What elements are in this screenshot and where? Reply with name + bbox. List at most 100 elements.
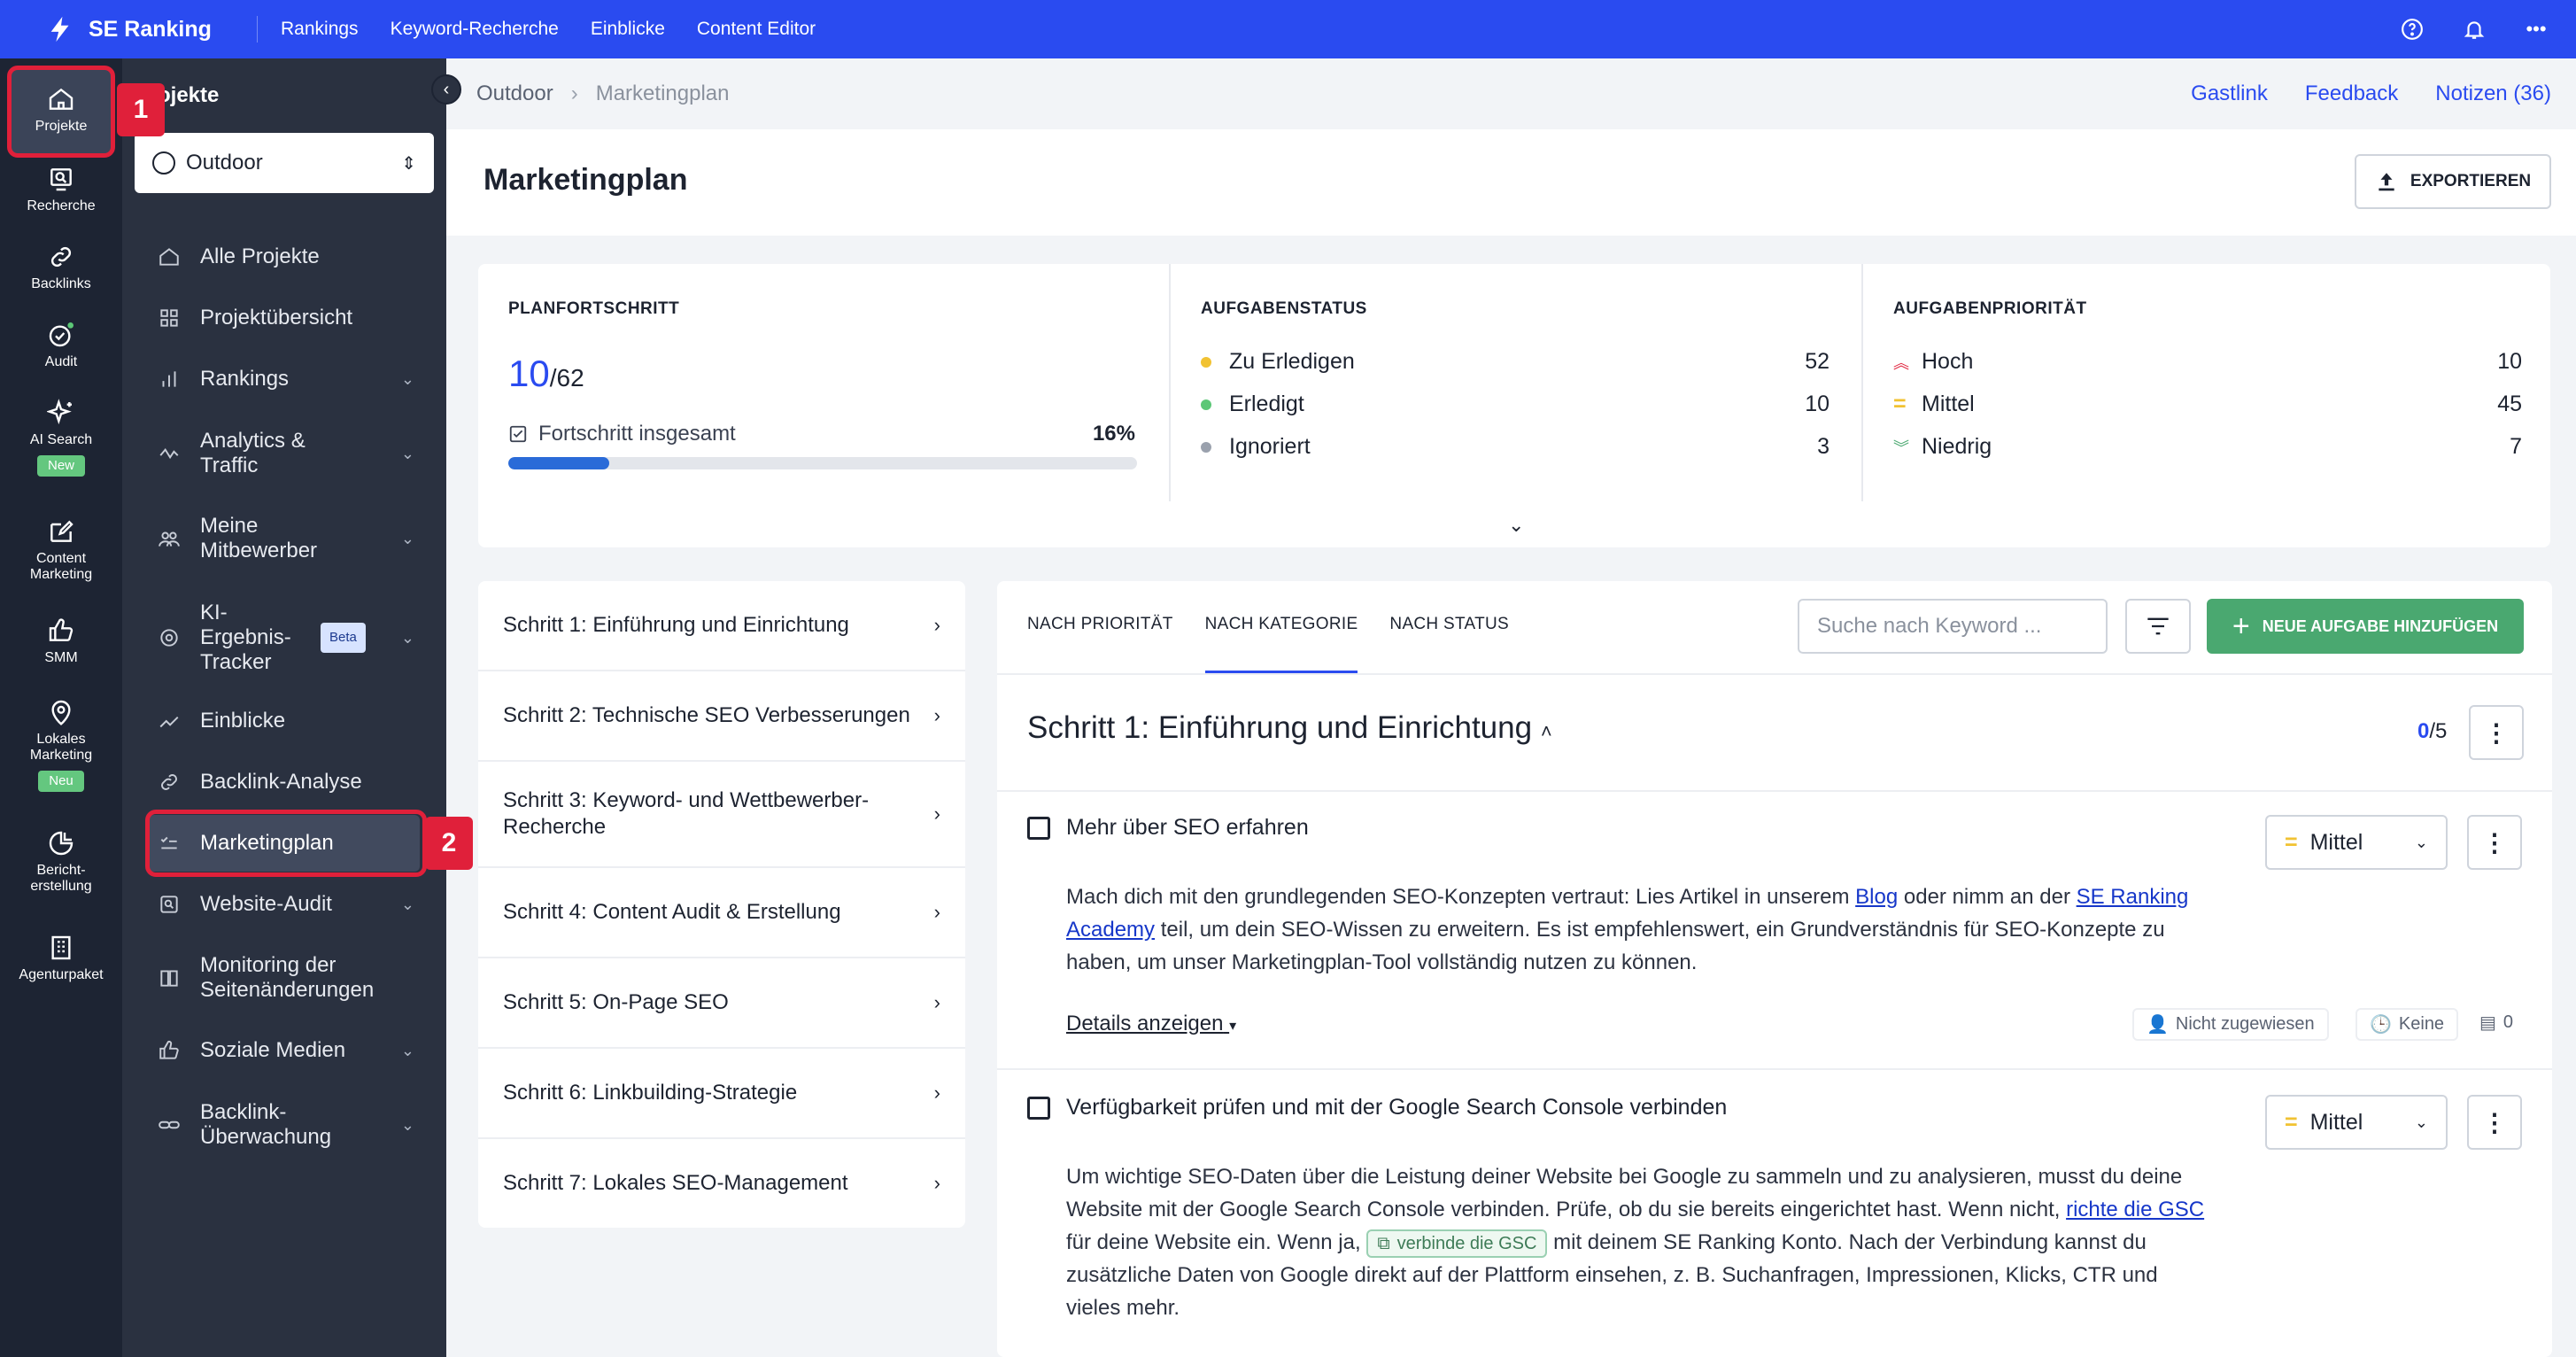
step-item[interactable]: Schritt 3: Keyword- und Wettbewerber-Rec… [478, 762, 965, 868]
thumbs-up-icon [49, 618, 73, 641]
priority-value: 7 [2510, 434, 2522, 459]
tab-by-category[interactable]: NACH KATEGORIE [1204, 581, 1358, 673]
sidebar-item-insights[interactable]: Einblicke [158, 709, 414, 733]
audit-icon [49, 322, 73, 347]
status-label: Erledigt [1229, 392, 1304, 416]
top-nav-content-editor[interactable]: Content Editor [697, 19, 816, 40]
tab-by-status[interactable]: NACH STATUS [1389, 581, 1509, 673]
step-label: Schritt 5: On-Page SEO [503, 990, 729, 1014]
assignee-chip[interactable]: 👤 Nicht zugewiesen [2132, 1008, 2329, 1041]
sidebar-item-backlink-analysis[interactable]: Backlink-Analyse [158, 770, 414, 795]
step-item[interactable]: Schritt 7: Lokales SEO-Management › [478, 1139, 965, 1228]
task-checkbox[interactable] [1027, 1097, 1050, 1120]
sidebar-item-all-projects[interactable]: Alle Projekte [158, 244, 414, 269]
kebab-icon: ⋮ [2484, 718, 2509, 747]
double-chevron-down-icon: ︾ [1893, 438, 1909, 457]
section-title[interactable]: Schritt 1: Einführung und Einrichtung ˄ [1027, 710, 1552, 746]
details-toggle[interactable]: Details anzeigen ▾ [1066, 1012, 1236, 1036]
add-task-button[interactable]: + NEUE AUFGABE HINZUFÜGEN [2207, 599, 2524, 654]
task-title[interactable]: Verfügbarkeit prüfen und mit der Google … [1066, 1095, 1727, 1120]
sidebar-item-ai-tracker[interactable]: KI-Ergebnis-Tracker Beta ⌄ [158, 601, 414, 675]
step-item[interactable]: Schritt 4: Content Audit & Erstellung › [478, 868, 965, 958]
rail-item-content-marketing[interactable]: Content Marketing [0, 517, 122, 583]
brand-logo[interactable]: SE Ranking [0, 13, 257, 45]
section-title-text: Schritt 1: Einführung und Einrichtung [1027, 710, 1533, 745]
sidebar-item-analytics[interactable]: Analytics & Traffic ⌄ [158, 429, 414, 478]
sidebar-item-competitors[interactable]: Meine Mitbewerber ⌄ [158, 514, 414, 563]
rail-item-local-marketing[interactable]: Lokales Marketing Neu [0, 698, 122, 792]
sparkle-icon [47, 399, 72, 425]
chevron-up-icon: ˄ [1540, 720, 1552, 742]
header-links: Gastlink Feedback Notizen (36) [2191, 58, 2551, 129]
priority-row-medium: = Mittel 45 [1893, 392, 2522, 417]
top-nav-rankings[interactable]: Rankings [281, 19, 359, 40]
desc-text: Mach dich mit den grundlegenden SEO-Konz… [1066, 885, 1856, 909]
sidebar-item-page-monitoring[interactable]: Monitoring der Seitenänderungen [158, 953, 414, 1003]
export-button[interactable]: EXPORTIEREN [2355, 154, 2551, 209]
section-more-button[interactable]: ⋮ [2469, 705, 2524, 760]
step-item[interactable]: Schritt 5: On-Page SEO › [478, 958, 965, 1049]
due-date-chip[interactable]: 🕒 Keine [2356, 1008, 2459, 1041]
guest-link[interactable]: Gastlink [2191, 81, 2268, 106]
step-item[interactable]: Schritt 1: Einführung und Einrichtung › [478, 581, 965, 671]
trend-icon [159, 448, 179, 460]
assignee-label: Nicht zugewiesen [2175, 1014, 2315, 1034]
rail-item-agency[interactable]: Agenturpaket [0, 934, 122, 983]
notes-link[interactable]: Notizen (36) [2435, 81, 2551, 106]
feedback-link[interactable]: Feedback [2305, 81, 2398, 106]
filter-button[interactable] [2125, 599, 2191, 654]
globe-icon [152, 151, 175, 174]
priority-dropdown[interactable]: = Mittel ⌄ [2265, 815, 2448, 870]
connect-gsc-chip[interactable]: ⧉ verbinde die GSC [1366, 1229, 1548, 1258]
help-icon[interactable] [2399, 16, 2425, 43]
sidebar-item-overview[interactable]: Projektübersicht [158, 306, 414, 330]
rail-item-smm[interactable]: SMM [0, 616, 122, 666]
step-item[interactable]: Schritt 6: Linkbuilding-Strategie › [478, 1049, 965, 1139]
progress-label: Fortschritt insgesamt [538, 422, 736, 446]
breadcrumb-current: Marketingplan [595, 81, 730, 105]
priority-row-high: ︽ Hoch 10 [1893, 349, 2522, 375]
expand-stats-chevron-icon[interactable]: ⌄ [1508, 514, 1524, 537]
rail-item-backlinks[interactable]: Backlinks [0, 243, 122, 292]
sidebar-item-label: Alle Projekte [200, 244, 320, 268]
task-more-button[interactable]: ⋮ [2467, 815, 2522, 870]
tab-by-priority[interactable]: NACH PRIORITÄT [1027, 581, 1173, 673]
users-icon [159, 531, 180, 547]
priority-dropdown[interactable]: = Mittel ⌄ [2265, 1095, 2448, 1150]
bell-icon[interactable] [2461, 16, 2487, 43]
setup-gsc-link[interactable]: richte die GSC [2066, 1198, 2204, 1221]
task-more-button[interactable]: ⋮ [2467, 1095, 2522, 1150]
due-label: Keine [2398, 1014, 2445, 1034]
task-checkbox[interactable] [1027, 817, 1050, 840]
chevron-right-icon: › [933, 1082, 940, 1104]
rail-item-audit[interactable]: Audit [0, 321, 122, 370]
task-title[interactable]: Mehr über SEO erfahren [1066, 815, 1309, 841]
rail-label: Lokales Marketing [29, 732, 93, 763]
sidebar-item-label: Backlink-Überwachung [200, 1100, 332, 1149]
sidebar-item-rankings[interactable]: Rankings ⌄ [158, 367, 414, 392]
blog-link[interactable]: Blog [1855, 885, 1898, 909]
collapse-sidebar-button[interactable]: ‹ [431, 74, 461, 105]
rail-item-reporting[interactable]: Bericht-erstellung [0, 829, 122, 895]
external-link-icon: ⧉ [1377, 1234, 1390, 1253]
chevron-down-icon: ⌄ [400, 1116, 414, 1134]
progress-count: 10/62 [508, 353, 584, 395]
priority-value: 10 [2497, 349, 2522, 374]
task-status-panel: AUFGABENSTATUS Zu Erledigen 52 Erledigt 10… [1171, 264, 1861, 501]
comment-icon: ▤ [2479, 1013, 2496, 1033]
more-menu-icon[interactable]: ••• [2523, 16, 2549, 43]
sidebar-item-social-media[interactable]: Soziale Medien ⌄ [158, 1038, 414, 1063]
step-item[interactable]: Schritt 2: Technische SEO Verbesserungen… [478, 671, 965, 762]
sidebar-item-backlink-monitoring[interactable]: Backlink-Überwachung ⌄ [158, 1100, 414, 1150]
double-chevron-up-icon: ︽ [1893, 353, 1909, 372]
rail-item-ai-search[interactable]: AI Search New [0, 399, 122, 477]
sidebar-item-website-audit[interactable]: Website-Audit ⌄ [158, 892, 414, 917]
project-selector[interactable]: Outdoor ⇕ [135, 133, 434, 193]
rail-item-research[interactable]: Recherche [0, 165, 122, 214]
breadcrumb-parent[interactable]: Outdoor [476, 81, 553, 106]
building-icon [51, 935, 71, 960]
top-nav-keyword-research[interactable]: Keyword-Recherche [391, 19, 559, 40]
keyword-search-input[interactable]: Suche nach Keyword ... [1798, 599, 2108, 654]
top-nav-insights[interactable]: Einblicke [591, 19, 665, 40]
comments-chip[interactable]: ▤ 0 [2467, 1008, 2526, 1037]
